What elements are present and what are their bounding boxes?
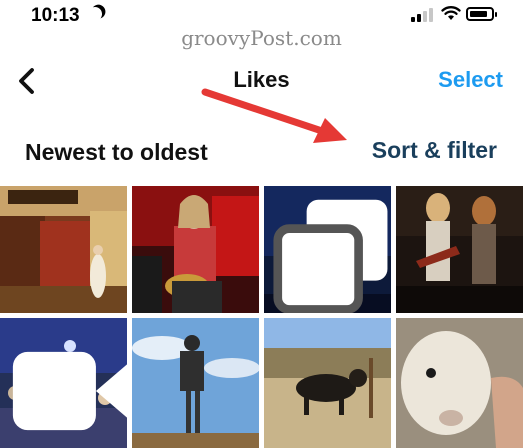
media-tile[interactable] xyxy=(396,186,523,313)
media-grid xyxy=(0,186,523,448)
album-art-photo xyxy=(0,186,127,313)
back-chevron-icon[interactable] xyxy=(14,65,40,97)
battery-icon xyxy=(466,7,497,21)
select-button[interactable]: Select xyxy=(438,67,503,93)
status-time: 10:13 xyxy=(31,5,80,26)
guitarist-concert-photo xyxy=(132,186,259,313)
statue-photo xyxy=(132,318,259,448)
media-tile[interactable] xyxy=(396,318,523,448)
multiple-photos-icon xyxy=(273,199,388,313)
media-tile[interactable] xyxy=(0,318,127,448)
goat-closeup-photo xyxy=(396,318,523,448)
sort-order-label: Newest to oldest xyxy=(25,139,208,165)
video-camera-icon xyxy=(12,351,127,431)
goat-yard-photo xyxy=(264,318,391,448)
watermark: groovyPost.com xyxy=(181,26,342,50)
media-tile[interactable] xyxy=(264,318,391,448)
media-tile[interactable] xyxy=(264,186,391,313)
wifi-icon xyxy=(441,6,461,20)
sort-row: Newest to oldest Sort & filter xyxy=(0,125,523,177)
media-tile[interactable] xyxy=(132,186,259,313)
battery-level xyxy=(470,11,487,17)
cellular-signal-icon xyxy=(411,8,433,22)
media-tile[interactable] xyxy=(0,186,127,313)
band-performers-photo xyxy=(396,186,523,313)
media-tile[interactable] xyxy=(132,318,259,448)
sort-filter-button[interactable]: Sort & filter xyxy=(372,137,497,164)
do-not-disturb-moon-icon xyxy=(86,5,104,23)
